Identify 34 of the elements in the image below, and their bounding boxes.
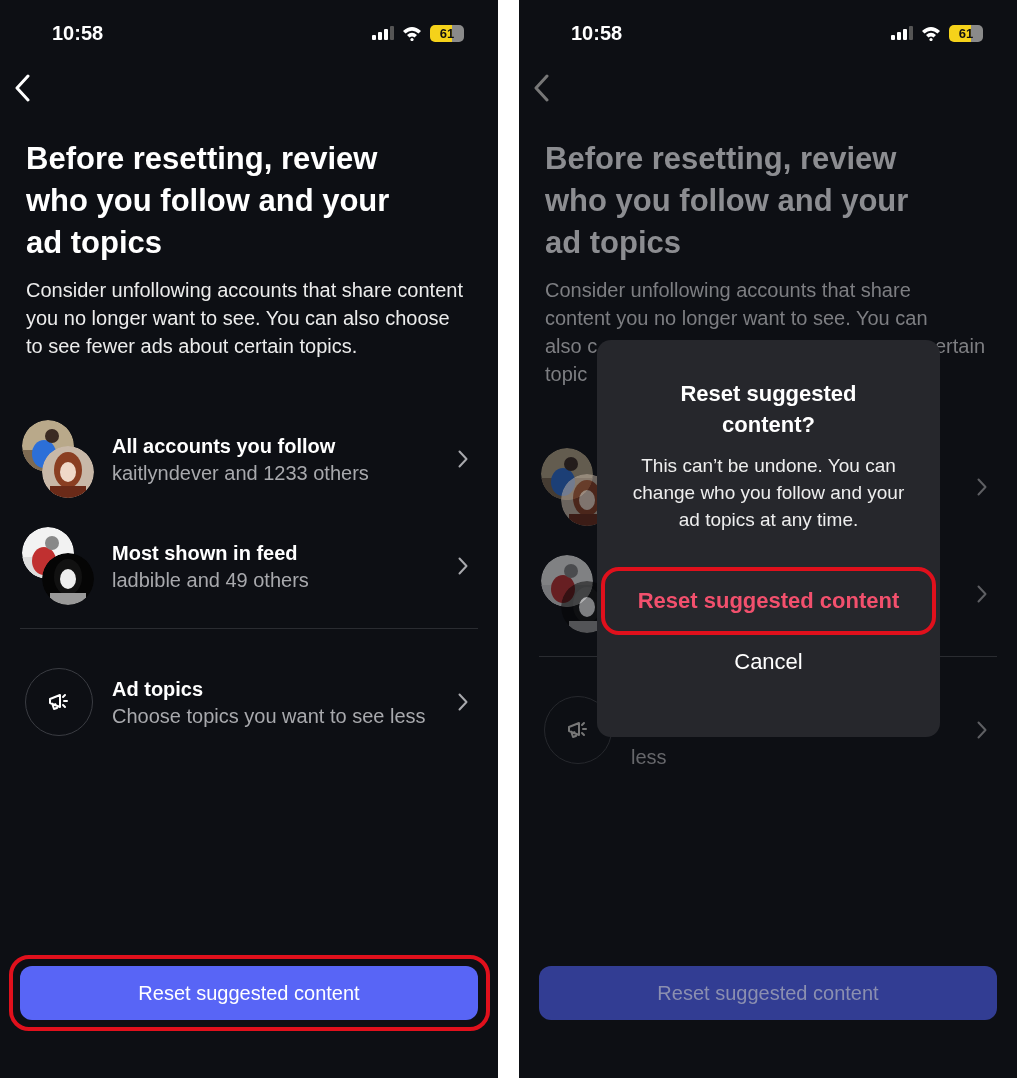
chevron-right-icon — [977, 585, 987, 603]
status-time: 10:58 — [571, 21, 623, 45]
chevron-right-icon — [458, 557, 468, 575]
row-title: All accounts you follow — [112, 433, 337, 459]
status-time: 10:58 — [52, 21, 104, 45]
row-subtitle: ladbible and 49 others — [112, 567, 310, 593]
page-title: Before resetting, review who you follow and your ad topics — [26, 140, 391, 262]
row-subtitle: kaitlyndever and 1233 others — [112, 460, 370, 486]
row-title: Ad topics — [112, 676, 205, 702]
reset-button[interactable]: Reset suggested content — [539, 966, 997, 1020]
dialog-message: This can’t be undone. You can change who you follow and your ad topics at any time. — [631, 454, 906, 532]
page-title: Before resetting, review who you follow and your ad topics — [545, 140, 910, 262]
description-text: content you no longer want to see. You can — [545, 306, 928, 331]
reset-button[interactable]: Reset suggested content — [20, 966, 478, 1020]
chevron-right-icon — [977, 478, 987, 496]
dialog-title: Reset suggested content? — [679, 380, 858, 439]
battery-icon: 61 — [430, 24, 464, 42]
wifi-icon — [921, 25, 941, 41]
chevron-right-icon — [458, 693, 468, 711]
description-text: topic — [545, 362, 588, 387]
cancel-button[interactable]: Cancel — [722, 637, 815, 687]
row-title: Most shown in feed — [112, 540, 299, 566]
signal-icon — [891, 26, 913, 40]
wifi-icon — [402, 25, 422, 41]
description-text: Consider unfollowing accounts that share — [545, 278, 911, 303]
row-subtitle: less — [631, 744, 668, 770]
battery-icon: 61 — [949, 24, 983, 42]
description-text: also c — [545, 334, 598, 359]
chevron-right-icon — [458, 450, 468, 468]
description-text: Consider unfollowing accounts that share content you no longer want to see. You can also choose to see fewer ads about certain topics. — [26, 278, 464, 359]
confirm-button[interactable]: Reset suggested content — [603, 573, 934, 629]
chevron-right-icon — [977, 721, 987, 739]
row-subtitle: Choose topics you want to see less — [112, 703, 427, 729]
signal-icon — [372, 26, 394, 40]
